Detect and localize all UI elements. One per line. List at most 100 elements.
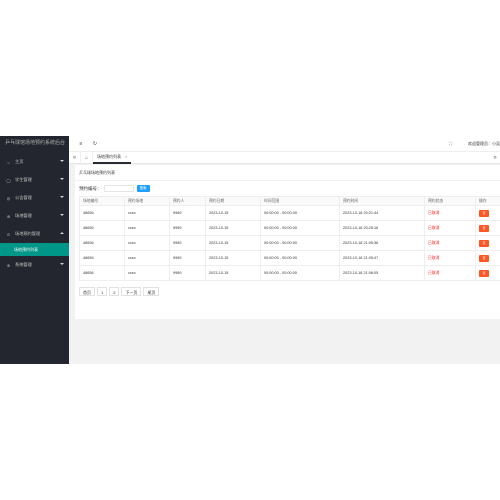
cell-action: 查 [475, 250, 500, 266]
table-row: 48656 ccsx 9989 2023-10-15 00:00:00 - 00… [79, 220, 500, 236]
cell-booker: 9989 [169, 250, 206, 266]
cell-booker: 9989 [169, 220, 206, 236]
fullscreen-icon[interactable]: ⛶ [449, 141, 452, 146]
sidebar-item-students[interactable]: ◯ 学生管理 [0, 171, 69, 189]
home-tab-icon[interactable]: ⌂ [80, 151, 93, 164]
sidebar-item-home[interactable]: ○ 主页 [0, 153, 69, 171]
pager-first[interactable]: 首页 [79, 287, 95, 296]
card-title: 乒乓球场地预约列表 [75, 165, 500, 181]
status-badge: 已取消 [424, 250, 476, 266]
pager-last[interactable]: 尾页 [143, 287, 160, 296]
app-title: 乒乓球馆场地预约系统后台 [5, 140, 66, 146]
column-header[interactable]: 操作 [475, 196, 500, 206]
tab-label: 场地预约列表 [97, 153, 121, 159]
sidebar-item-label: 系统管理 [15, 262, 32, 267]
tabs-scroll-left-icon[interactable]: « [69, 155, 80, 161]
sidebar: 乒乓球馆场地预约系统后台 ○ 主页 ◯ 学生管理 ◎ 公告管理 ⊚ 场地管理 ⊙… [0, 136, 69, 364]
cell-time-range: 00:00:00 - 00:00:00 [260, 250, 340, 266]
sidebar-item-bookings[interactable]: ⊙ 场地预约管理 [0, 225, 69, 243]
topbar-right: ⛶ 欢迎管理员：小吴 [449, 136, 500, 151]
menu-toggle-icon[interactable]: ≡ [78, 141, 84, 147]
main-area: ≡ ↻ ⛶ 欢迎管理员：小吴 « ⌂ 场地预约列表 × » 乒乓球场地预约列表 … [69, 136, 500, 364]
sidebar-item-label: 学生管理 [15, 177, 32, 182]
chevron-up-icon [60, 232, 64, 234]
cell-date: 2023-10-15 [205, 205, 261, 221]
cell-booked-at: 2023-10-18 21:05:36 [339, 235, 425, 251]
cell-action: 查 [475, 235, 500, 251]
chevron-down-icon [60, 196, 64, 198]
status-badge: 已取消 [424, 220, 476, 236]
sidebar-item-label: 主页 [15, 159, 24, 164]
page-background [0, 364, 500, 500]
search-bar: 预约编号： 搜索 [75, 181, 500, 196]
view-button[interactable]: 查 [479, 239, 489, 247]
chevron-down-icon [60, 160, 64, 162]
cell-booked-at: 2023-10-18 21:05:47 [339, 250, 425, 266]
cell-venue: ccsx [124, 265, 170, 281]
pager-page-2[interactable]: 2 [109, 287, 120, 296]
sidebar-item-system[interactable]: ⊛ 系统管理 [0, 256, 69, 274]
column-header[interactable]: 场地编号 [79, 196, 125, 206]
column-header[interactable]: 预约人 [169, 196, 206, 206]
cell-booked-at: 2023-10-18 20:21:44 [339, 205, 425, 221]
cell-venue: ccsx [124, 250, 170, 266]
cell-venue: ccsx [124, 205, 170, 221]
column-header[interactable]: 预约日期 [205, 196, 261, 206]
content-card: 乒乓球场地预约列表 预约编号： 搜索 场地编号 预约场地 预约人 预约日期 时间… [75, 165, 500, 319]
table-row: 48656 ccsx 9989 2023-10-15 00:00:00 - 00… [79, 250, 500, 266]
view-button[interactable]: 查 [479, 269, 489, 277]
view-button[interactable]: 查 [479, 254, 489, 262]
status-badge: 已取消 [424, 265, 476, 281]
cell-time-range: 00:00:00 - 00:00:00 [260, 235, 340, 251]
cell-action: 查 [475, 265, 500, 281]
cell-date: 2023-10-15 [205, 235, 261, 251]
table-row: 48656 ccsx 9989 2023-10-15 00:00:00 - 00… [79, 265, 500, 281]
chevron-down-icon [60, 214, 64, 216]
cell-booked-at: 2023-10-18 20:25:16 [339, 220, 425, 236]
column-header[interactable]: 时间范围 [260, 196, 340, 206]
refresh-icon[interactable]: ↻ [92, 141, 98, 147]
table-row: 48656 ccsx 9989 2023-10-15 00:00:00 - 00… [79, 235, 500, 251]
calendar-icon: ⊙ [6, 231, 11, 237]
search-input[interactable] [103, 185, 134, 192]
pager-page-1[interactable]: 1 [97, 287, 108, 296]
table-header: 场地编号 预约场地 预约人 预约日期 时间范围 预约时间 预约状态 操作 [79, 196, 500, 206]
chevron-down-icon [60, 263, 64, 265]
sidebar-item-label: 公告管理 [15, 195, 32, 200]
cell-date: 2023-10-15 [205, 265, 261, 281]
sidebar-item-venues[interactable]: ⊚ 场地管理 [0, 207, 69, 225]
sidebar-subitem-booking-list[interactable]: 场地预约列表 [0, 243, 69, 256]
venue-icon: ⊚ [6, 213, 11, 219]
home-icon: ○ [7, 159, 10, 165]
settings-icon: ⊛ [6, 262, 11, 268]
cell-venue-no: 48656 [79, 220, 125, 236]
cell-venue: ccsx [124, 235, 170, 251]
sidebar-item-notices[interactable]: ◎ 公告管理 [0, 189, 69, 207]
notice-icon: ◎ [6, 195, 11, 201]
sidebar-item-label: 场地管理 [15, 213, 32, 218]
pager-next[interactable]: 下一页 [121, 287, 142, 296]
column-header[interactable]: 预约场地 [124, 196, 170, 206]
cell-venue-no: 48656 [79, 250, 125, 266]
view-button[interactable]: 查 [479, 209, 489, 217]
user-menu[interactable]: 欢迎管理员：小吴 [468, 141, 500, 147]
status-badge: 已取消 [424, 205, 476, 221]
cell-time-range: 00:00:00 - 00:00:00 [260, 265, 340, 281]
sidebar-nav: ○ 主页 ◯ 学生管理 ◎ 公告管理 ⊚ 场地管理 ⊙ 场地预约管理 场地预约列… [0, 153, 69, 274]
close-icon[interactable]: × [125, 154, 127, 159]
tab-booking-list[interactable]: 场地预约列表 × [93, 151, 132, 164]
cell-action: 查 [475, 205, 500, 221]
table-row: 48656 ccsx 9989 2023-10-15 00:00:00 - 00… [79, 205, 500, 221]
sidebar-subitem-label: 场地预约列表 [14, 246, 38, 252]
cell-booker: 9989 [169, 265, 206, 281]
cell-booker: 9989 [169, 235, 206, 251]
column-header[interactable]: 预约状态 [424, 196, 476, 206]
search-button[interactable]: 搜索 [136, 185, 150, 192]
cell-booker: 9989 [169, 205, 206, 221]
topbar: ≡ ↻ ⛶ 欢迎管理员：小吴 [69, 136, 500, 151]
cell-booked-at: 2023-10-18 21:06:05 [339, 265, 425, 281]
view-button[interactable]: 查 [479, 224, 489, 232]
tabs-scroll-right-icon[interactable]: » [490, 152, 500, 164]
cell-time-range: 00:00:00 - 00:00:00 [260, 205, 340, 221]
column-header[interactable]: 预约时间 [339, 196, 425, 206]
